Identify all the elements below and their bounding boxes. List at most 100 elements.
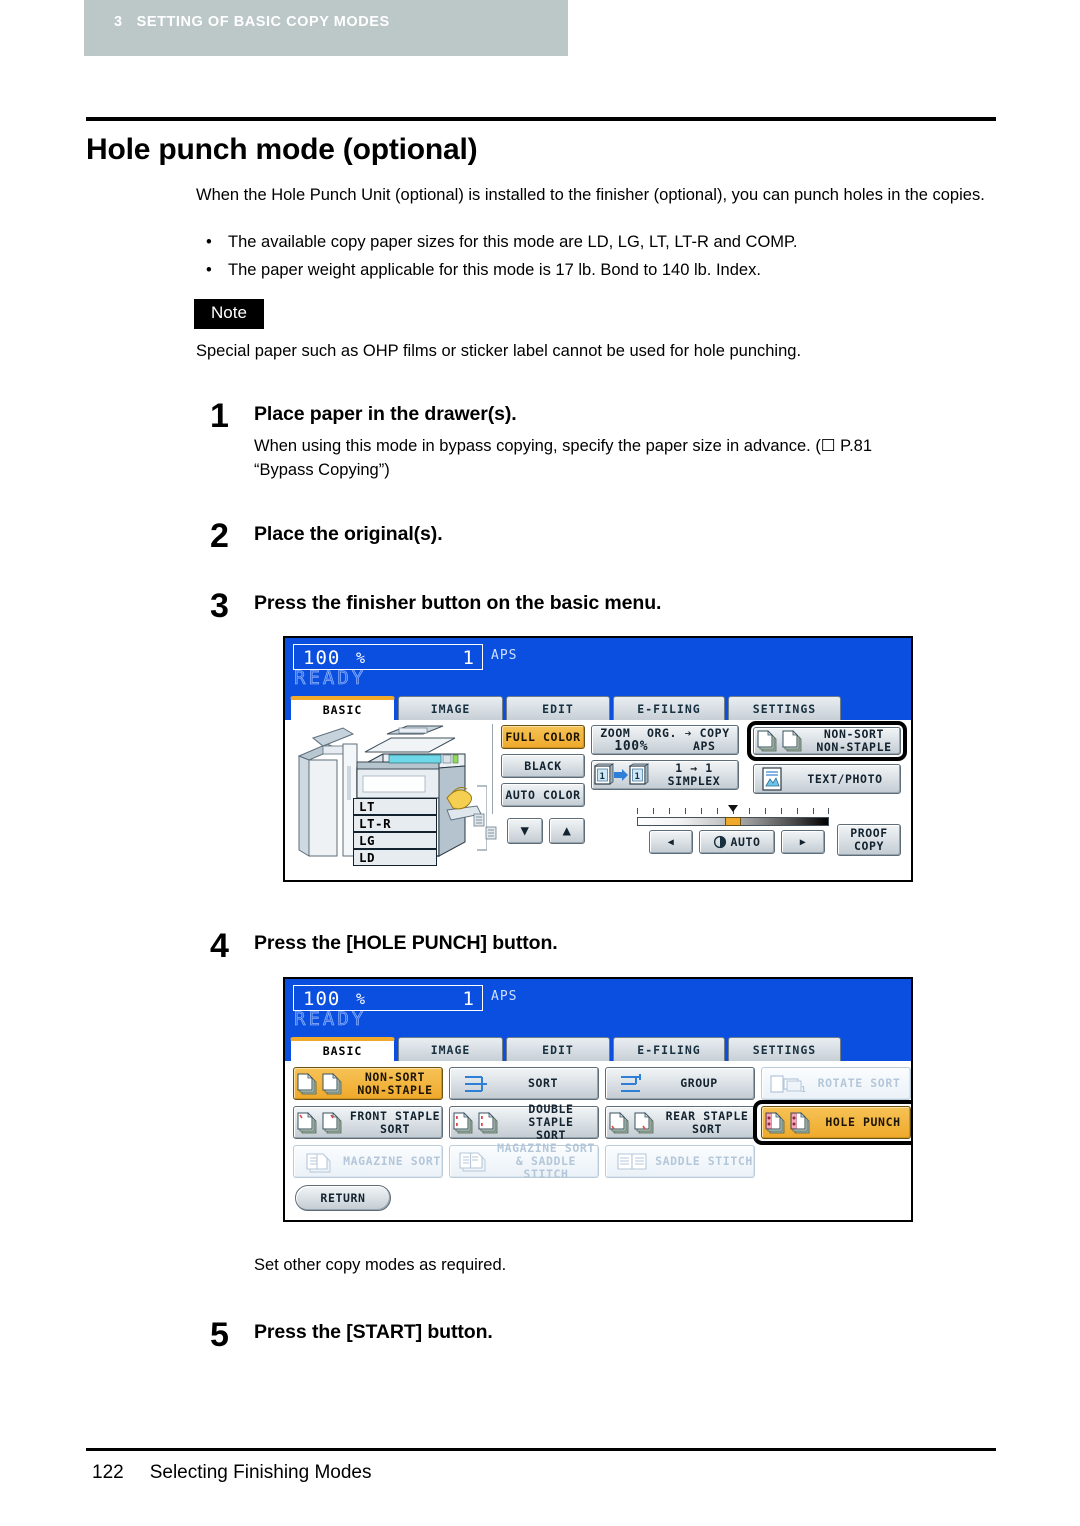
percent-symbol: %	[356, 990, 366, 1008]
rear-staple-sort-button[interactable]: REAR STAPLE SORT	[605, 1106, 755, 1139]
two-sheets-icon	[296, 1071, 348, 1097]
text-photo-label: TEXT/PHOTO	[807, 771, 883, 786]
sort-icon	[462, 1073, 488, 1095]
org-copy-value: APS	[692, 739, 716, 753]
intro-paragraph: When the Hole Punch Unit (optional) is i…	[196, 186, 985, 204]
status-text: READY	[294, 667, 367, 690]
manual-page: 3 SETTING OF BASIC COPY MODES Hole punch …	[0, 0, 1080, 1526]
tab-image[interactable]: IMAGE	[398, 1037, 503, 1061]
finisher-menu-body: NON-SORT NON-STAPLE SORT GROUP 1 ROTATE …	[285, 1061, 911, 1220]
footer-divider	[86, 1448, 996, 1451]
svg-text:1: 1	[801, 1085, 806, 1094]
text-photo-icon	[760, 766, 784, 792]
drawer-lg[interactable]: LG	[353, 832, 437, 849]
density-decrease-button[interactable]: ◀	[649, 830, 693, 854]
page-title: Hole punch mode (optional)	[86, 133, 478, 166]
density-auto-label: AUTO	[730, 834, 761, 849]
panel-divider	[492, 724, 493, 814]
simplex-icon: 1 1	[592, 763, 650, 787]
zoom-org-copy-button[interactable]: ZOOM ORG. ➔ COPY 100% APS	[591, 725, 739, 755]
front-staple-sort-button[interactable]: FRONT STAPLE SORT	[293, 1106, 443, 1139]
status-bar: 100 % 1 APS READY	[285, 638, 911, 700]
duplex-label: 1 → 1 SIMPLEX	[650, 762, 738, 788]
hole-punch-button[interactable]: HOLE PUNCH	[761, 1106, 911, 1139]
basic-menu-body: LT LT-R LG LD FULL COLOR BLACK AUTO COLO…	[285, 720, 911, 880]
note-badge: Note	[194, 299, 264, 329]
copier-screen-basic: 100 % 1 APS READY BASIC IMAGE EDIT E-FIL…	[283, 636, 913, 882]
magazine-sort-saddle-stitch-button[interactable]: MAGAZINE SORT & SADDLE STITCH	[449, 1142, 599, 1181]
paper-mode-label: APS	[491, 989, 518, 1004]
saddle-stitch-button[interactable]: SADDLE STITCH	[605, 1145, 755, 1178]
step-1-heading: Place paper in the drawer(s).	[254, 403, 517, 425]
bullet-dot-icon: •	[206, 233, 212, 251]
svg-text:1: 1	[599, 772, 605, 782]
tab-basic[interactable]: BASIC	[290, 696, 395, 720]
finisher-label: NON-SORT NON-STAPLE	[808, 728, 900, 754]
return-button[interactable]: RETURN	[295, 1185, 391, 1211]
mode-10-line1: SADDLE STITCH	[655, 1154, 753, 1168]
magazine-sort-icon	[304, 1150, 338, 1174]
double-staple-icon	[452, 1110, 504, 1136]
magazine-saddle-icon	[458, 1150, 492, 1174]
tab-edit[interactable]: EDIT	[506, 696, 610, 720]
copy-count-value: 1	[462, 988, 474, 1010]
note-text: Special paper such as OHP films or stick…	[196, 342, 802, 360]
chapter-number: 3	[114, 14, 123, 30]
status-bar: 100 % 1 APS READY	[285, 979, 911, 1041]
mode-8-line1: MAGAZINE SORT	[343, 1154, 441, 1168]
drawer-up-button[interactable]: ▲	[549, 818, 585, 844]
sort-button[interactable]: SORT	[449, 1067, 599, 1100]
chapter-band: 3 SETTING OF BASIC COPY MODES	[84, 0, 568, 56]
tab-edit[interactable]: EDIT	[506, 1037, 610, 1061]
tab-basic[interactable]: BASIC	[290, 1037, 395, 1061]
rear-staple-icon	[608, 1110, 660, 1136]
density-increase-button[interactable]: ▶	[781, 830, 825, 854]
density-current-indicator	[725, 817, 741, 826]
front-staple-icon	[296, 1110, 348, 1136]
auto-color-button[interactable]: AUTO COLOR	[501, 783, 585, 807]
magazine-saddle-label: MAGAZINE SORT & SADDLE STITCH	[494, 1142, 598, 1181]
status-text: READY	[294, 1008, 367, 1031]
step-3-heading: Press the finisher button on the basic m…	[254, 592, 662, 614]
bullet-text: The paper weight applicable for this mod…	[228, 261, 761, 279]
page-number: 122	[92, 1462, 124, 1483]
group-button[interactable]: GROUP	[605, 1067, 755, 1100]
drawer-ld[interactable]: LD	[353, 849, 437, 866]
list-item: • The available copy paper sizes for thi…	[206, 228, 1006, 256]
footer: 122 Selecting Finishing Modes	[92, 1462, 372, 1484]
drawer-lt[interactable]: LT	[353, 798, 437, 815]
double-staple-sort-button[interactable]: DOUBLE STAPLE SORT	[449, 1103, 599, 1142]
duplex-simplex-button[interactable]: 1 1 1 → 1 SIMPLEX	[591, 760, 739, 790]
non-sort-non-staple-button[interactable]: NON-SORT NON-STAPLE	[293, 1067, 443, 1100]
step-2-heading: Place the original(s).	[254, 523, 443, 545]
rotate-sort-icon: 1	[768, 1072, 808, 1096]
full-color-button[interactable]: FULL COLOR	[501, 725, 585, 749]
black-button[interactable]: BLACK	[501, 754, 585, 778]
tab-image[interactable]: IMAGE	[398, 696, 503, 720]
mode-1-line1: SORT	[527, 1076, 559, 1090]
copy-count-value: 1	[462, 647, 474, 669]
step-4-number: 4	[210, 927, 229, 965]
drawer-down-button[interactable]: ▼	[507, 818, 543, 844]
density-auto-button[interactable]: AUTO	[699, 830, 775, 854]
tab-settings[interactable]: SETTINGS	[728, 1037, 841, 1061]
proof-copy-button[interactable]: PROOF COPY	[837, 824, 901, 856]
left-arrow-icon: ◀	[667, 836, 675, 848]
footer-section: Selecting Finishing Modes	[149, 1462, 372, 1483]
tab-bar: BASIC IMAGE EDIT E-FILING SETTINGS	[285, 1037, 911, 1061]
finisher-non-sort-non-staple-button[interactable]: NON-SORT NON-STAPLE	[753, 727, 901, 755]
bullet-dot-icon: •	[206, 261, 212, 279]
mode-4-line2: SORT	[379, 1121, 411, 1136]
tab-e-filing[interactable]: E-FILING	[613, 1037, 725, 1061]
drawer-lt-r[interactable]: LT-R	[353, 815, 437, 832]
rear-staple-label: REAR STAPLE SORT	[660, 1109, 754, 1136]
original-mode-text-photo-button[interactable]: TEXT/PHOTO	[753, 764, 901, 794]
paper-stack-icon	[485, 826, 497, 840]
magazine-sort-button[interactable]: MAGAZINE SORT	[293, 1145, 443, 1178]
rotate-sort-button[interactable]: 1 ROTATE SORT	[761, 1067, 911, 1100]
bullet-list: • The available copy paper sizes for thi…	[206, 228, 1006, 284]
tab-settings[interactable]: SETTINGS	[728, 696, 841, 720]
zoom-value: 100%	[614, 739, 649, 754]
double-staple-label: DOUBLE STAPLE SORT	[504, 1103, 598, 1142]
tab-e-filing[interactable]: E-FILING	[613, 696, 725, 720]
